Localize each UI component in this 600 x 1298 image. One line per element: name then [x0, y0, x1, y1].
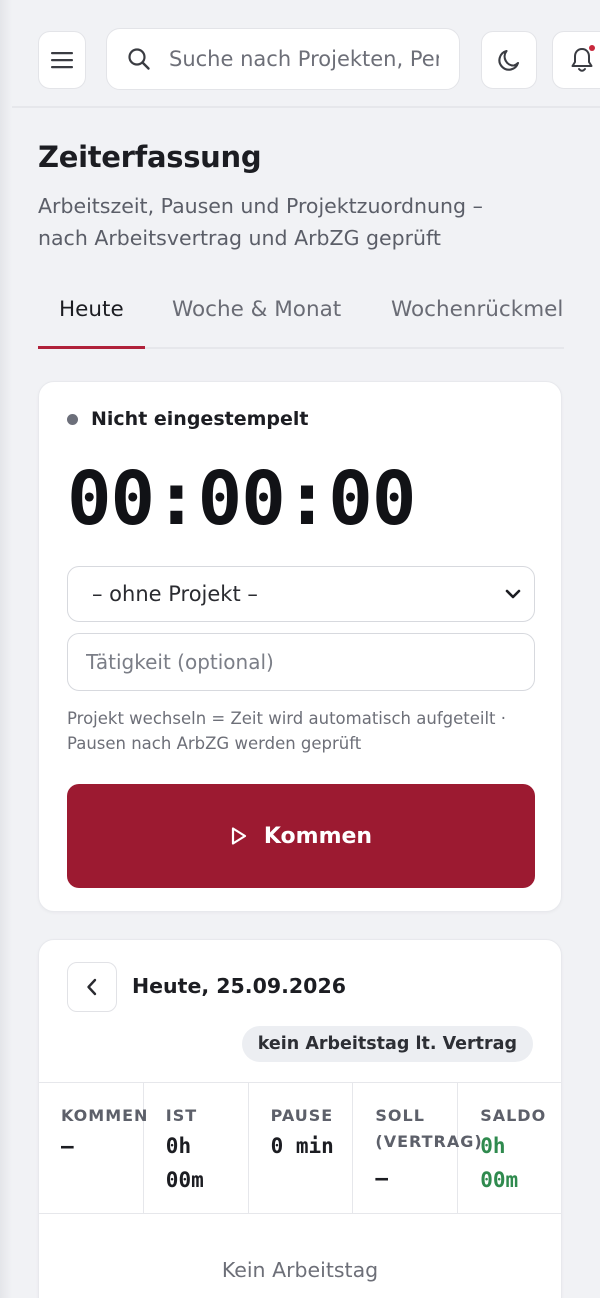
- stat-value: –: [375, 1166, 389, 1190]
- stat-value: 0h 00m: [165, 1134, 204, 1192]
- stat-label: SALDO: [480, 1106, 547, 1125]
- tab-wochenrueckmeldung[interactable]: Wochenrückmel: [391, 297, 563, 322]
- kommen-button-label: Kommen: [263, 823, 373, 849]
- stat-soll: SOLL (VERTRAG) –: [353, 1083, 482, 1213]
- clock-card: Nicht eingestempelt 00:00:00 – ohne Proj…: [38, 381, 562, 912]
- stat-value: 0h 00m: [480, 1134, 519, 1192]
- page-subtitle: Arbeitszeit, Pausen und Projektzuordnung…: [38, 194, 483, 250]
- empty-day-note: Kein Arbeitstag: [221, 1258, 379, 1282]
- kommen-button[interactable]: Kommen: [67, 784, 535, 888]
- active-tab-indicator: [38, 346, 145, 349]
- tab-bar: Heute Woche & Monat Wochenrückmel: [38, 285, 564, 349]
- search-input[interactable]: [169, 47, 439, 71]
- play-icon: [231, 827, 246, 845]
- timer-display: 00:00:00: [67, 456, 416, 542]
- stat-label: KOMMEN: [61, 1106, 149, 1125]
- activity-input[interactable]: [86, 650, 516, 674]
- notification-badge: [589, 45, 595, 51]
- workday-badge: kein Arbeitstag lt. Vertrag: [241, 1026, 533, 1062]
- top-bar: [0, 0, 600, 108]
- day-card: Heute, 25.09.2026 kein Arbeitstag lt. Ve…: [38, 939, 562, 1298]
- status-text: Nicht eingestempelt: [91, 408, 309, 430]
- stat-value: –: [61, 1134, 74, 1158]
- activity-field[interactable]: [67, 633, 535, 691]
- previous-day-button[interactable]: [67, 962, 117, 1012]
- day-title: Heute, 25.09.2026: [132, 974, 346, 998]
- chevron-down-icon: [505, 589, 521, 599]
- stat-saldo: SALDO 0h 00m: [458, 1083, 561, 1213]
- notifications-button[interactable]: [552, 31, 600, 89]
- search-bar[interactable]: [106, 28, 460, 90]
- project-select-value: – ohne Projekt –: [92, 582, 258, 606]
- theme-toggle-button[interactable]: [481, 31, 537, 89]
- stat-value: 0 min: [270, 1134, 334, 1158]
- search-icon: [127, 47, 151, 71]
- clock-hint: Projekt wechseln = Zeit wird automatisch…: [67, 709, 506, 753]
- tab-woche-monat[interactable]: Woche & Monat: [172, 297, 341, 322]
- stat-ist: IST 0h 00m: [144, 1083, 249, 1213]
- project-select[interactable]: – ohne Projekt –: [67, 566, 535, 622]
- clock-status: Nicht eingestempelt: [67, 408, 308, 430]
- menu-icon: [51, 52, 73, 69]
- status-dot: [67, 413, 78, 425]
- day-stats: KOMMEN – IST 0h 00m PAUSE 0 min SOLL (VE…: [39, 1082, 561, 1214]
- tab-heute[interactable]: Heute: [59, 297, 124, 322]
- chevron-left-icon: [87, 978, 97, 996]
- stat-pause: PAUSE 0 min: [249, 1083, 354, 1213]
- stat-kommen: KOMMEN –: [39, 1083, 147, 1213]
- page-title: Zeiterfassung: [38, 140, 262, 174]
- moon-icon: [498, 49, 520, 71]
- menu-button[interactable]: [38, 31, 86, 89]
